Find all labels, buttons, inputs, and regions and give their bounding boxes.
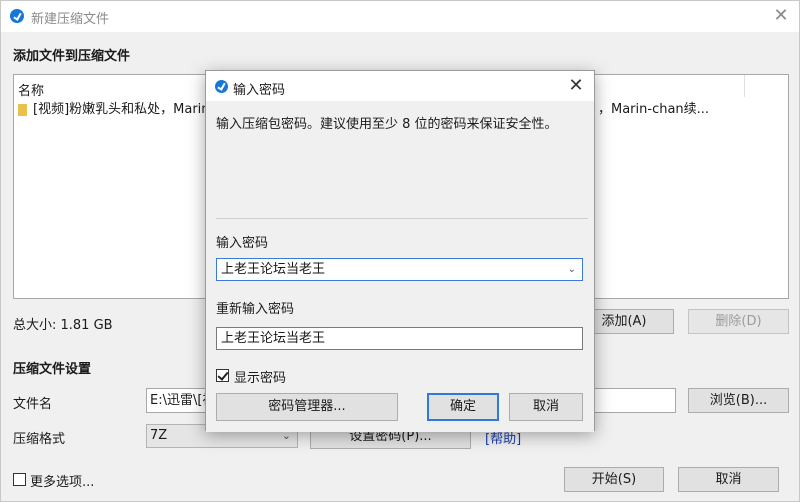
window-title: 新建压缩文件 [31,12,110,27]
format-select-value: 7Z [150,428,168,443]
column-header-name[interactable]: 名称 [18,80,44,99]
column-divider [744,75,745,97]
reenter-password-label: 重新输入密码 [216,302,295,317]
password-field[interactable]: 上老王论坛当老王 ⌄ [216,258,583,281]
reenter-password-field[interactable]: 上老王论坛当老王 [216,327,583,350]
folder-icon [18,103,27,116]
divider [216,218,588,219]
dialog-title-bar: 输入密码 ✕ [206,71,594,101]
title-bar: 新建压缩文件 ✕ [1,1,799,32]
total-size: 总大小: 1.81 GB [13,318,113,333]
close-icon[interactable]: ✕ [566,76,586,96]
app-icon [10,9,24,23]
remove-button[interactable]: 删除(D) [688,309,789,334]
section-heading-settings: 压缩文件设置 [13,362,92,377]
password-dialog: 输入密码 ✕ 输入压缩包密码。建议使用至少 8 位的密码来保证安全性。 输入密码… [205,70,595,432]
format-label: 压缩格式 [13,432,66,447]
section-heading-add-files: 添加文件到压缩文件 [13,49,131,64]
dialog-title: 输入密码 [233,83,286,98]
password-label: 输入密码 [216,236,269,251]
cancel-button[interactable]: 取消 [678,467,779,492]
dialog-body: 输入压缩包密码。建议使用至少 8 位的密码来保证安全性。 输入密码 上老王论坛当… [206,101,594,432]
filename-label: 文件名 [13,397,53,412]
more-options-checkbox[interactable] [13,473,26,486]
password-field-value: 上老王论坛当老王 [221,262,326,277]
dialog-description: 输入压缩包密码。建议使用至少 8 位的密码来保证安全性。 [216,117,558,132]
start-button[interactable]: 开始(S) [564,467,664,492]
show-password-checkbox[interactable] [216,369,229,382]
file-name-left: [视频]粉嫩乳头和私处，Marin [33,102,210,117]
show-password-label[interactable]: 显示密码 [234,367,286,386]
browse-button[interactable]: 浏览(B)... [688,388,789,413]
dialog-cancel-button[interactable]: 取消 [509,393,583,421]
close-icon[interactable]: ✕ [771,6,791,26]
ok-button[interactable]: 确定 [427,393,499,421]
file-name-right: ，Marin-chan续... [598,102,710,117]
chevron-down-icon[interactable]: ⌄ [568,259,576,280]
password-manager-button[interactable]: 密码管理器... [216,393,398,421]
app-icon [215,80,228,93]
more-options-label[interactable]: 更多选项... [30,471,94,490]
